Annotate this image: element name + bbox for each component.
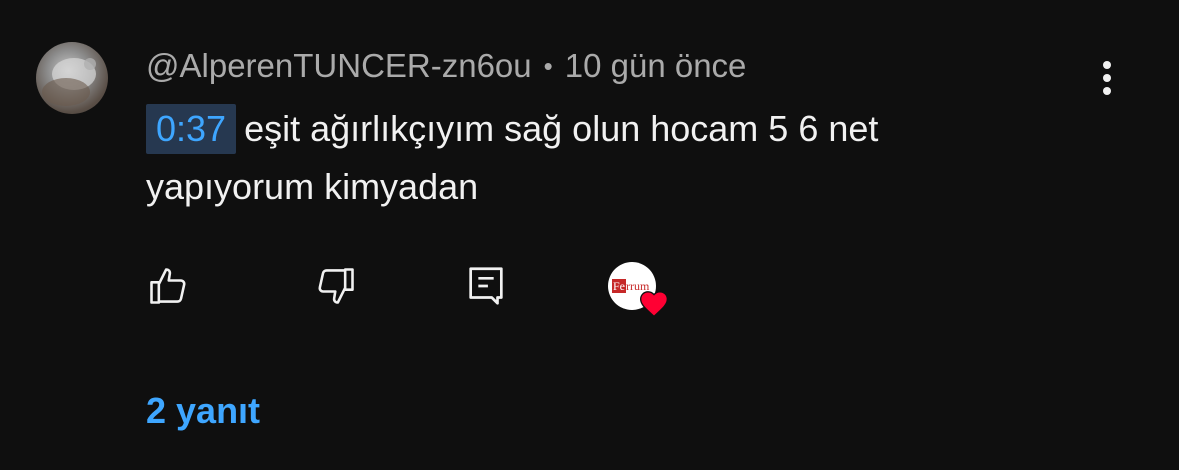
author-avatar[interactable] [36, 42, 108, 114]
thumbs-up-icon [150, 268, 186, 304]
header-separator: • [543, 50, 553, 81]
comment-header: @AlperenTUNCER-zn6ou • 10 gün önce [146, 44, 746, 88]
reply-comment-icon [469, 267, 503, 305]
heart-icon [639, 291, 669, 318]
comment-text-line1: eşit ağırlıkçıyım sağ olun hocam 5 6 net [244, 108, 879, 149]
replies-toggle[interactable]: 2 yanıt [146, 390, 260, 432]
comment-time[interactable]: 10 gün önce [565, 47, 747, 85]
dislike-button[interactable] [312, 262, 360, 310]
avatar-image [42, 58, 96, 106]
comment-body: 0:37 eşit ağırlıkçıyım sağ olun hocam 5 6… [146, 100, 1106, 216]
thumbs-down-icon [318, 268, 354, 304]
timestamp-link[interactable]: 0:37 [146, 104, 237, 154]
comment-text-line2: yapıyorum kimyadan [146, 166, 479, 207]
more-vertical-icon[interactable] [1090, 56, 1124, 100]
reply-button[interactable] [462, 262, 510, 310]
like-button[interactable] [144, 262, 192, 310]
author-name[interactable]: @AlperenTUNCER-zn6ou [146, 47, 532, 85]
creator-heart-badge: Ferrum [608, 262, 672, 318]
